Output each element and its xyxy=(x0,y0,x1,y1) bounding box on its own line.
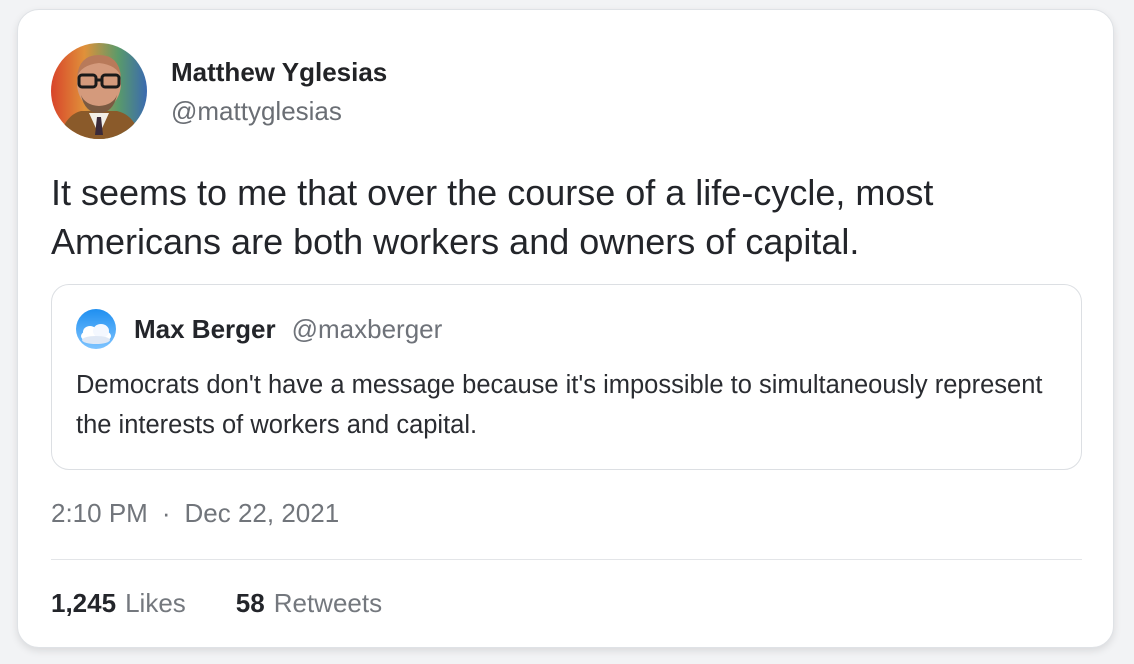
author-info: Matthew Yglesias @mattyglesias xyxy=(171,54,387,129)
retweets-label: Retweets xyxy=(273,588,383,618)
tweet-date: Dec 22, 2021 xyxy=(184,498,340,528)
divider xyxy=(51,559,1082,560)
author-name[interactable]: Matthew Yglesias xyxy=(171,54,387,90)
tweet-timestamp[interactable]: 2:10 PM · Dec 22, 2021 xyxy=(51,498,339,529)
likes-label: Likes xyxy=(125,588,186,618)
retweets-stat[interactable]: 58 Retweets xyxy=(236,588,382,619)
timestamp-separator: · xyxy=(161,498,171,528)
tweet-text: It seems to me that over the course of a… xyxy=(51,172,934,262)
tweet-header: Matthew Yglesias @mattyglesias xyxy=(51,43,387,139)
likes-stat[interactable]: 1,245 Likes xyxy=(51,588,186,619)
quoted-tweet[interactable]: Max Berger @maxberger Democrats don't ha… xyxy=(51,284,1082,470)
likes-count: 1,245 xyxy=(51,588,117,618)
author-avatar[interactable] xyxy=(51,43,147,139)
tweet-card: Matthew Yglesias @mattyglesias It seems … xyxy=(17,9,1114,648)
quoted-author-avatar[interactable] xyxy=(76,309,116,349)
quoted-tweet-header: Max Berger @maxberger xyxy=(76,309,442,349)
author-photo-icon xyxy=(51,43,147,139)
tweet-time: 2:10 PM xyxy=(51,498,148,528)
quoted-author-handle[interactable]: @maxberger xyxy=(292,314,443,345)
sky-clouds-icon xyxy=(76,309,116,349)
quoted-tweet-text: Democrats don't have a message because i… xyxy=(76,371,1043,439)
author-handle[interactable]: @mattyglesias xyxy=(171,93,387,129)
tweet-stats: 1,245 Likes 58 Retweets xyxy=(51,588,382,619)
quoted-author-name[interactable]: Max Berger xyxy=(134,314,276,345)
retweets-count: 58 xyxy=(235,588,265,618)
